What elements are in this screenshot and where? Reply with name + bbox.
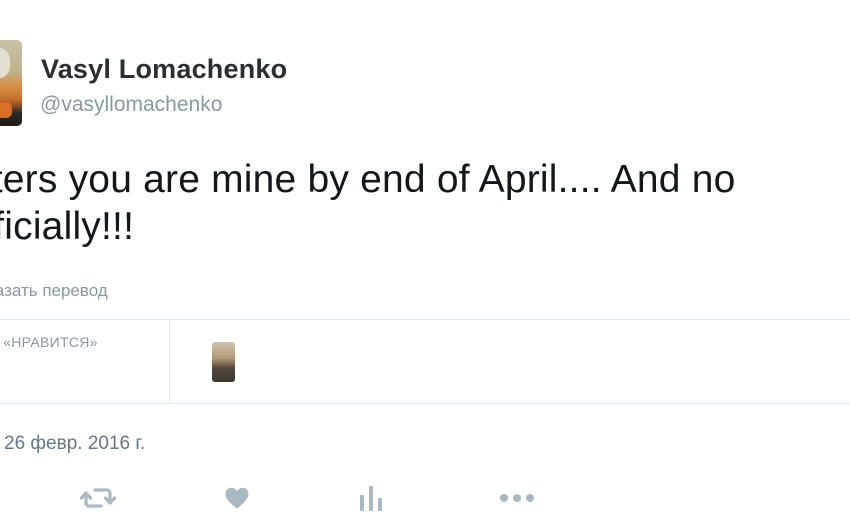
author-display-name[interactable]: Vasyl Lomachenko <box>41 54 287 85</box>
stats-divider <box>169 320 170 403</box>
tweet-stats: ТКА «НРАВИТСЯ» <box>0 319 850 404</box>
tweet-text: alters you are mine by end of April.... … <box>0 156 850 250</box>
tweet-timestamp: 26 февр. 2016 г. <box>4 433 146 454</box>
analytics-button[interactable] <box>356 481 386 515</box>
tweet-text-line-2: officially!!! <box>0 205 135 248</box>
likes-stat-label[interactable]: ТКА «НРАВИТСЯ» <box>0 334 98 350</box>
tweet-text-line-1: alters you are mine by end of April.... … <box>0 158 736 201</box>
bar-chart-icon <box>360 486 382 511</box>
liker-avatar[interactable] <box>212 342 235 382</box>
more-button[interactable] <box>496 481 538 515</box>
retweet-button[interactable] <box>78 481 118 515</box>
heart-icon <box>225 487 249 509</box>
like-button[interactable] <box>220 481 254 515</box>
show-translation-link[interactable]: казать перевод <box>0 281 108 301</box>
author-avatar[interactable] <box>0 40 22 126</box>
retweet-icon <box>80 488 116 508</box>
more-dots-icon <box>500 494 534 502</box>
author-username[interactable]: @vasyllomachenko <box>40 93 222 117</box>
